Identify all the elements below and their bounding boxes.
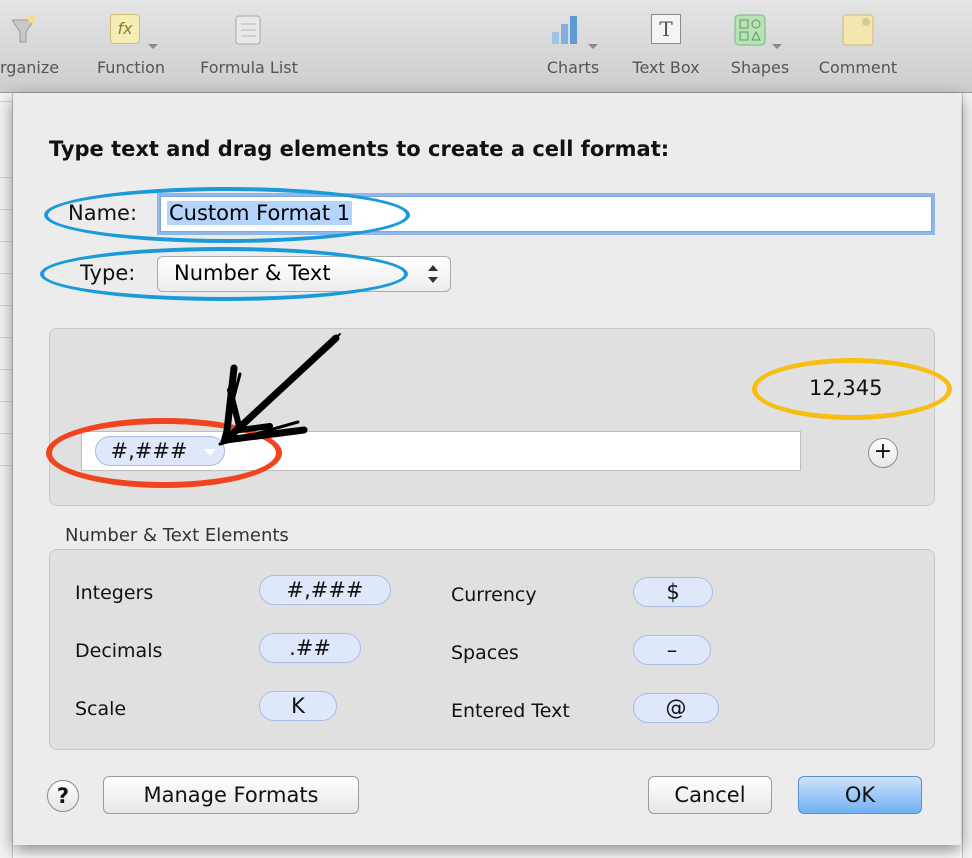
filter-icon (12, 15, 36, 43)
spreadsheet-edge-right (962, 93, 972, 858)
shapes-icon (734, 14, 766, 46)
updown-arrows-icon (428, 265, 438, 283)
spaces-label: Spaces (451, 642, 519, 664)
scale-label: Scale (75, 698, 127, 720)
ok-button[interactable]: OK (798, 776, 922, 814)
toolbar-comment-label: Comment (818, 58, 898, 77)
toolbar-formula-list-label: Formula List (200, 58, 298, 77)
spaces-token[interactable]: – (633, 635, 711, 665)
cancel-button[interactable]: Cancel (648, 776, 772, 814)
scale-token[interactable]: K (259, 691, 337, 721)
currency-label: Currency (451, 584, 537, 606)
toolbar-formula-list[interactable]: Formula List (188, 0, 310, 92)
toolbar-text-box[interactable]: T Text Box (620, 0, 712, 92)
app-toolbar: rganize fx Function Formula List Charts … (0, 0, 972, 93)
comment-icon (842, 14, 874, 46)
elements-section-title: Number & Text Elements (65, 525, 289, 546)
toolbar-text-box-label: Text Box (632, 58, 700, 77)
toolbar-shapes-label: Shapes (730, 58, 790, 77)
text-box-icon: T (651, 14, 681, 44)
toolbar-comment[interactable]: Comment (806, 0, 910, 92)
toolbar-charts-label: Charts (546, 58, 600, 77)
toolbar-function-label: Function (96, 58, 166, 77)
chevron-down-icon (588, 44, 598, 49)
bar-chart-icon (552, 16, 577, 44)
chevron-down-icon (148, 44, 158, 49)
toolbar-shapes[interactable]: Shapes (720, 0, 800, 92)
type-highlight-ellipse (40, 247, 408, 301)
currency-token[interactable]: $ (633, 577, 713, 607)
entered-text-token[interactable]: @ (633, 693, 719, 723)
toolbar-organize[interactable]: rganize (0, 0, 74, 92)
sample-highlight-ellipse (752, 358, 952, 420)
dialog-heading: Type text and drag elements to create a … (49, 137, 670, 161)
add-element-button[interactable]: + (868, 438, 898, 468)
manage-formats-button[interactable]: Manage Formats (103, 776, 359, 814)
entered-text-label: Entered Text (451, 700, 570, 722)
decimals-label: Decimals (75, 640, 163, 662)
toolbar-organize-label: rganize (0, 58, 60, 77)
toolbar-function[interactable]: fx Function (88, 0, 174, 92)
integers-token[interactable]: #,### (259, 575, 391, 605)
integers-label: Integers (75, 582, 154, 604)
help-button[interactable]: ? (47, 780, 79, 812)
spreadsheet-edge (0, 93, 13, 858)
toolbar-charts[interactable]: Charts (538, 0, 608, 92)
name-highlight-ellipse (44, 187, 410, 243)
formula-list-icon (235, 15, 261, 45)
hand-drawn-arrow-icon (218, 333, 341, 446)
decimals-token[interactable]: .## (259, 633, 361, 663)
function-icon: fx (110, 14, 140, 44)
chevron-down-icon (772, 44, 782, 49)
